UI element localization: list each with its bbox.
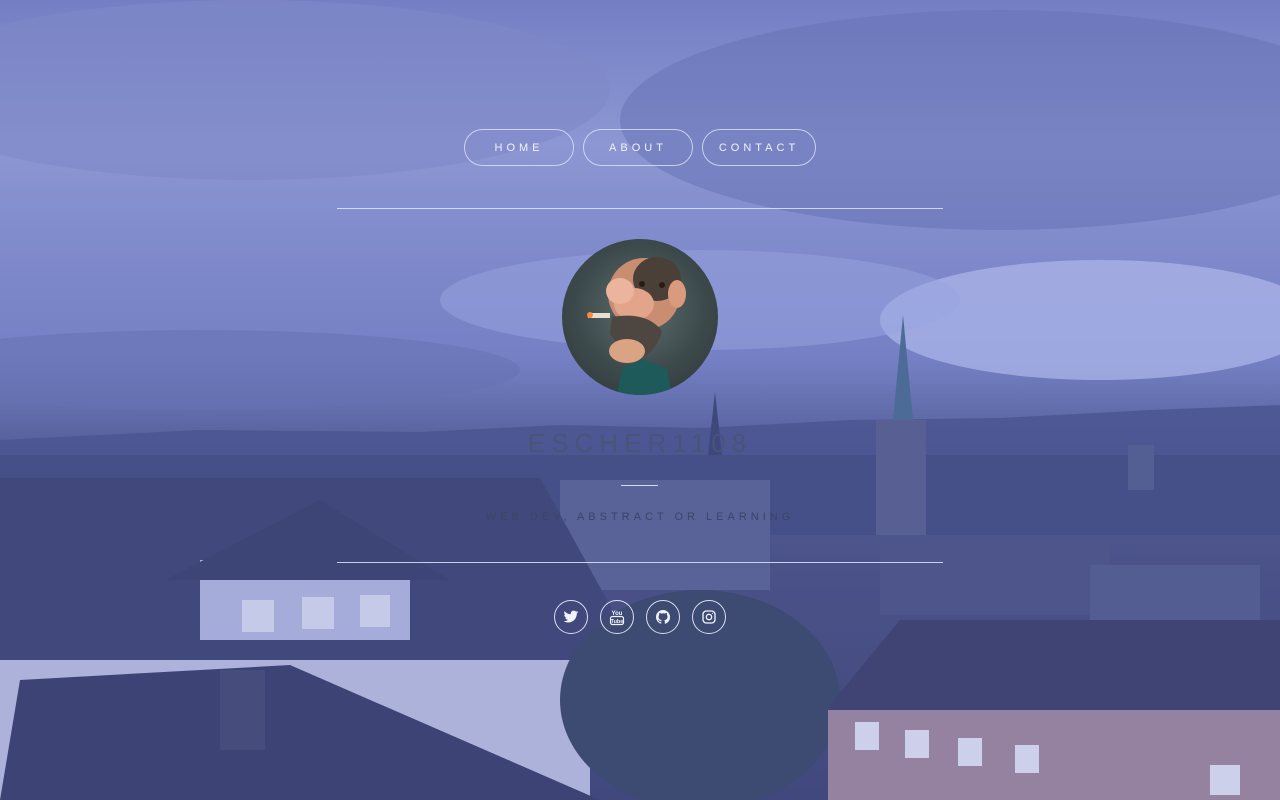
site-title: ESCHER1108 xyxy=(527,428,753,458)
github-link[interactable] xyxy=(646,600,680,634)
title-underline xyxy=(540,457,745,458)
divider-bottom xyxy=(337,562,943,563)
instagram-link[interactable] xyxy=(692,600,726,634)
nav-about-button[interactable]: ABOUT xyxy=(583,129,693,166)
github-icon xyxy=(656,610,671,624)
divider-top xyxy=(337,208,943,209)
twitter-link[interactable] xyxy=(554,600,588,634)
youtube-icon: You Tube xyxy=(609,611,625,626)
avatar xyxy=(562,239,718,395)
social-links: You Tube xyxy=(0,600,1280,634)
instagram-icon xyxy=(702,610,716,624)
site-subtitle: WEB DEV, ABSTRACT OR LEARNING xyxy=(485,511,795,523)
title-dash-divider xyxy=(621,485,658,486)
main-nav: HOME ABOUT CONTACT xyxy=(0,129,1280,166)
svg-text:Tube: Tube xyxy=(611,619,624,625)
youtube-link[interactable]: You Tube xyxy=(600,600,634,634)
twitter-icon xyxy=(563,610,579,623)
nav-contact-button[interactable]: CONTACT xyxy=(702,129,816,166)
nav-home-button[interactable]: HOME xyxy=(464,129,574,166)
